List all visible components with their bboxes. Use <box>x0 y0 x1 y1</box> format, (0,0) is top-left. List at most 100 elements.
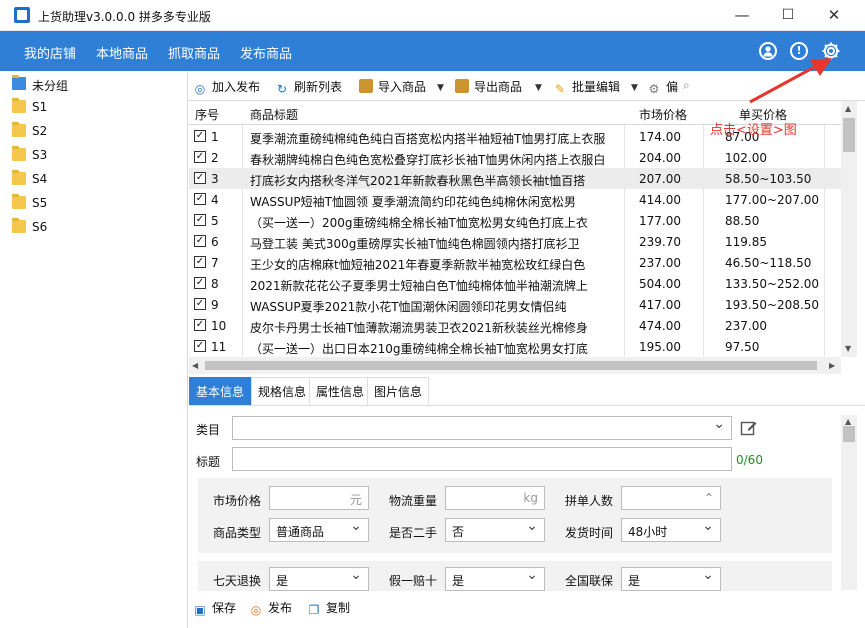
cell-single-price: 58.50~103.50 <box>725 172 812 186</box>
cell-no: 2 <box>211 151 219 165</box>
export-button[interactable]: 导出商品 <box>455 78 522 96</box>
column-header-market-price[interactable]: 市场价格 <box>639 106 687 123</box>
market-price-input[interactable]: 元 <box>269 486 369 510</box>
add-publish-button[interactable]: ◎ 加入发布 <box>193 78 260 96</box>
row-checkbox[interactable]: ✓ <box>194 151 206 163</box>
row-checkbox[interactable]: ✓ <box>194 214 206 226</box>
table-row[interactable]: ✓ 8 2021新款花花公子夏季男士短袖白色T恤纯棉体恤半袖潮流牌上 504.00 13… <box>189 273 841 294</box>
folder-icon <box>12 170 26 185</box>
cell-market-price: 504.00 <box>639 277 681 291</box>
table-row[interactable]: ✓ 2 春秋潮牌纯棉白色纯色宽松叠穿打底衫长袖T恤男休闲内搭上衣服白 204.00 10… <box>189 147 841 168</box>
table-row[interactable]: ✓ 10 皮尔卡丹男士长袖T恤薄款潮流男装卫衣2021新秋装丝光棉修身 474.00 2… <box>189 315 841 336</box>
weight-input[interactable]: kg <box>445 486 545 510</box>
sidebar-item-label: S1 <box>32 100 48 114</box>
import-button[interactable]: 导入商品 <box>359 78 426 96</box>
scroll-right-icon[interactable]: ▶ <box>829 361 835 370</box>
table-row[interactable]: ✓ 5 （买一送一）200g重磅纯棉全棉长袖T恤宽松男女纯色打底上衣 177.00 88… <box>189 210 841 231</box>
annotation-arrow-icon <box>749 58 832 104</box>
folder-icon <box>12 146 26 161</box>
product-table: 序号 商品标题 市场价格 单买价格 ✓ 1 夏季潮流重磅纯棉纯色纯白百搭宽松内搭半袖… <box>189 101 841 357</box>
national-warranty-select[interactable]: 是 <box>621 567 721 591</box>
seven-day-return-select[interactable]: 是 <box>269 567 369 591</box>
scroll-left-icon[interactable]: ◀ <box>192 361 198 370</box>
row-checkbox[interactable]: ✓ <box>194 277 206 289</box>
menu-publish-products[interactable]: 发布商品 <box>240 43 292 62</box>
horizontal-scroll-thumb[interactable] <box>205 361 817 370</box>
row-checkbox[interactable]: ✓ <box>194 319 206 331</box>
row-checkbox[interactable]: ✓ <box>194 130 206 142</box>
cell-title: 2021新款花花公子夏季男士短袖白色T恤纯棉体恤半袖潮流牌上 <box>250 279 588 293</box>
export-dropdown-icon[interactable]: ▼ <box>535 83 542 93</box>
cell-single-price: 102.00 <box>725 151 767 165</box>
maximize-button[interactable]: ☐ <box>765 0 811 31</box>
row-checkbox[interactable]: ✓ <box>194 298 206 310</box>
sidebar-item-label: S6 <box>32 220 48 234</box>
annotation-text: 点击<设置>图 <box>710 123 797 138</box>
copy-button[interactable]: ❐ 复制 <box>307 599 350 617</box>
menu-my-shop[interactable]: 我的店铺 <box>24 43 76 62</box>
table-row[interactable]: ✓ 3 打底衫女内搭秋冬洋气2021年新款春秋黑色半高领长袖t恤百搭 207.00 58… <box>189 168 841 189</box>
stepper-up-icon[interactable]: ⌃ <box>704 491 714 505</box>
title-bar: 上货助理v3.0.0.0 拼多多专业版 — ☐ ✕ <box>0 0 865 31</box>
ship-time-select[interactable]: 48小时 <box>621 518 721 542</box>
cell-no: 7 <box>211 256 219 270</box>
close-button[interactable]: ✕ <box>811 0 857 31</box>
group-count-stepper[interactable]: ⌃ <box>621 486 721 510</box>
cell-no: 10 <box>211 319 227 333</box>
minimize-button[interactable]: — <box>719 0 765 31</box>
table-row[interactable]: ✓ 9 WASSUP夏季2021款小花T恤国潮休闲圆领印花男女情侣纯 417.00 19… <box>189 294 841 315</box>
category-select[interactable] <box>232 416 732 440</box>
column-header-no[interactable]: 序号 <box>195 106 219 123</box>
app-logo-icon <box>14 7 30 23</box>
save-button[interactable]: ▣ 保存 <box>193 599 236 617</box>
tab-image-info[interactable]: 图片信息 <box>367 377 430 405</box>
form-scroll-thumb[interactable] <box>843 426 855 442</box>
menu-local-products[interactable]: 本地商品 <box>96 43 148 62</box>
settings-toolbar-button[interactable]: ⚙ 偏 <box>647 78 678 96</box>
cell-no: 6 <box>211 235 219 249</box>
edit-icon[interactable] <box>740 419 758 437</box>
title-input[interactable] <box>232 447 732 471</box>
detail-tabs: 基本信息 规格信息 属性信息 图片信息 <box>189 376 865 406</box>
row-checkbox[interactable]: ✓ <box>194 172 206 184</box>
table-row[interactable]: ✓ 11 （买一送一）出口日本210g重磅纯棉全棉长袖T恤宽松男女打底 195.00 9… <box>189 336 841 357</box>
cell-no: 9 <box>211 298 219 312</box>
form-scroll-up-icon[interactable]: ▲ <box>845 417 851 426</box>
row-checkbox[interactable]: ✓ <box>194 235 206 247</box>
publish-button[interactable]: ◎ 发布 <box>249 599 292 617</box>
title-char-count: 0/60 <box>736 453 763 467</box>
cell-market-price: 204.00 <box>639 151 681 165</box>
fake-compensation-select[interactable]: 是 <box>445 567 545 591</box>
vertical-scroll-thumb[interactable] <box>843 118 855 152</box>
folder-icon <box>12 218 26 233</box>
tab-attribute-info[interactable]: 属性信息 <box>309 377 372 405</box>
table-row[interactable]: ✓ 6 马登工装 美式300g重磅厚实长袖T恤纯色棉圆领内搭打底衫卫 239.70 11… <box>189 231 841 252</box>
import-dropdown-icon[interactable]: ▼ <box>437 83 444 93</box>
cell-no: 3 <box>211 172 219 186</box>
search-icon[interactable]: ⌕ <box>683 78 690 96</box>
batch-edit-button[interactable]: ✎ 批量编辑 <box>553 78 620 96</box>
tab-spec-info[interactable]: 规格信息 <box>251 377 314 405</box>
row-checkbox[interactable]: ✓ <box>194 256 206 268</box>
pencil-icon: ✎ <box>554 82 566 96</box>
cell-title: WASSUP短袖T恤圆领 夏季潮流简约印花纯色纯棉休闲宽松男 <box>250 195 576 209</box>
table-row[interactable]: ✓ 4 WASSUP短袖T恤圆领 夏季潮流简约印花纯色纯棉休闲宽松男 414.00 17… <box>189 189 841 210</box>
scroll-down-icon[interactable]: ▼ <box>845 344 851 353</box>
row-checkbox[interactable]: ✓ <box>194 340 206 352</box>
product-type-select[interactable]: 普通商品 <box>269 518 369 542</box>
scroll-up-icon[interactable]: ▲ <box>845 104 851 113</box>
menu-scrape-products[interactable]: 抓取商品 <box>168 43 220 62</box>
tab-basic-info[interactable]: 基本信息 <box>189 377 252 405</box>
fake-compensation-label: 假一赔十 <box>389 574 438 588</box>
row-checkbox[interactable]: ✓ <box>194 193 206 205</box>
second-hand-select[interactable]: 否 <box>445 518 545 542</box>
refresh-button[interactable]: ↻ 刷新列表 <box>275 78 342 96</box>
folder-icon <box>12 98 26 113</box>
batch-edit-dropdown-icon[interactable]: ▼ <box>631 83 638 93</box>
gear-icon: ⚙ <box>648 82 660 96</box>
cell-market-price: 174.00 <box>639 130 681 144</box>
table-row[interactable]: ✓ 7 王少女的店棉麻t恤短袖2021年春夏季新款半袖宽松玫红绿白色 237.00 46… <box>189 252 841 273</box>
cell-title: WASSUP夏季2021款小花T恤国潮休闲圆领印花男女情侣纯 <box>250 300 567 314</box>
cell-single-price: 119.85 <box>725 235 767 249</box>
column-header-title[interactable]: 商品标题 <box>250 106 298 123</box>
